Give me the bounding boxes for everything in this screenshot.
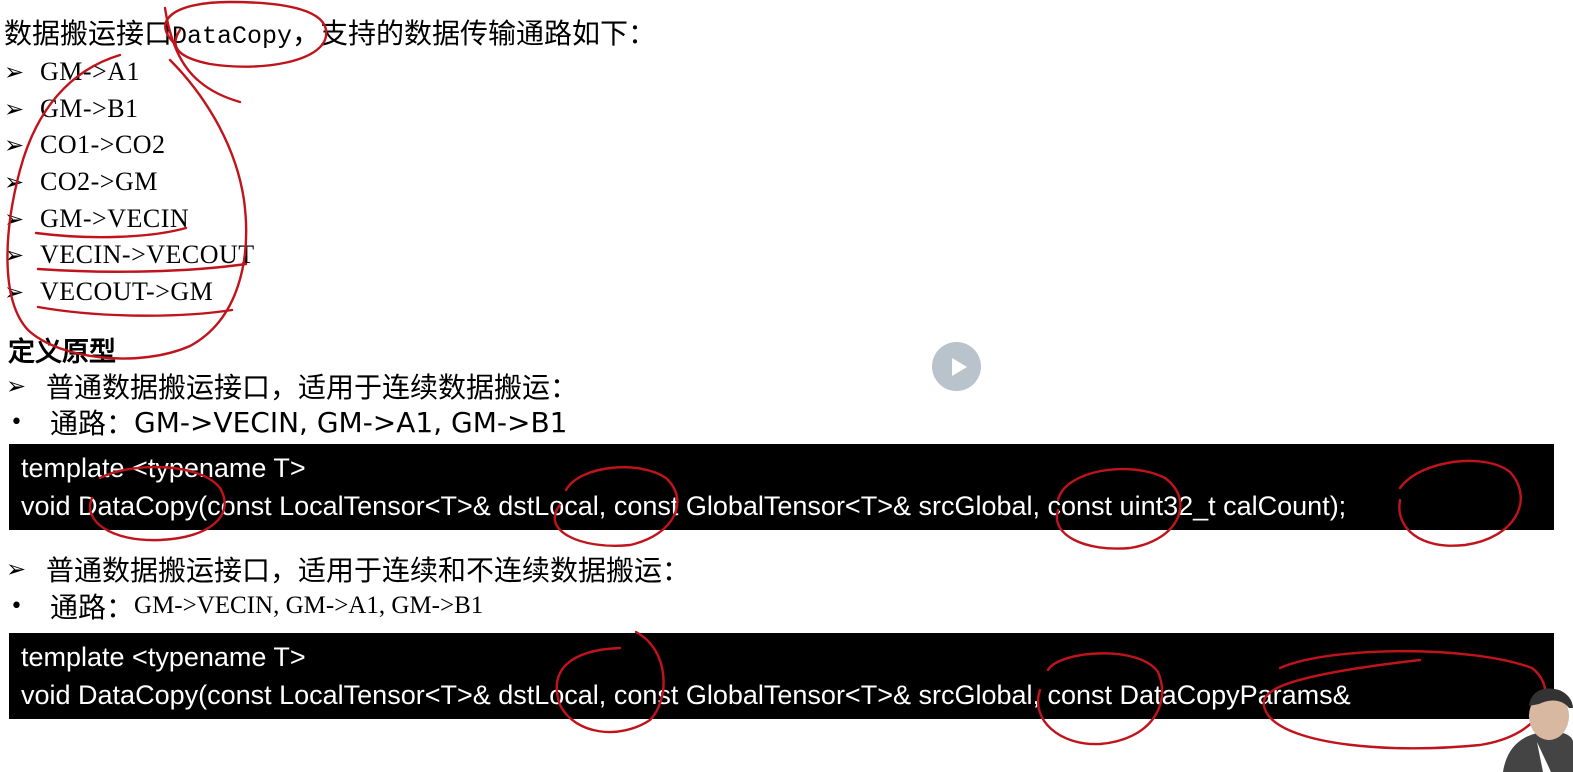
arrow-bullet-icon: ➢	[4, 58, 25, 87]
arrow-bullet-icon: ➢	[6, 372, 27, 400]
arrow-bullet-icon: ➢	[4, 131, 25, 160]
proto2-desc-text: 普通数据搬运接口，适用于连续和不连续数据搬运：	[46, 554, 691, 587]
arrow-bullet-icon: ➢	[4, 94, 25, 123]
path-label: GM->VECIN	[40, 203, 190, 233]
proto1-path-value: GM->VECIN, GM->A1, GM->B1	[134, 405, 568, 439]
list-item: ➢ CO1->CO2	[4, 127, 255, 164]
code-line: template <typename T>	[21, 642, 306, 672]
arrow-bullet-icon: ➢	[4, 241, 25, 270]
presenter-avatar	[1503, 688, 1573, 772]
api-name: DataCopy	[172, 22, 293, 51]
list-item: ➢ CO2->GM	[4, 164, 255, 201]
arrow-bullet-icon: ➢	[4, 277, 25, 306]
arrow-bullet-icon: ➢	[4, 168, 25, 197]
proto1-path-label: 通路：	[50, 407, 135, 440]
path-label: CO2->GM	[40, 167, 158, 197]
code-block-1: template <typename T> void DataCopy(cons…	[9, 444, 1554, 530]
code-block-2: template <typename T> void DataCopy(cons…	[9, 633, 1554, 719]
bullet-icon: •	[10, 409, 23, 435]
path-label: VECOUT->GM	[40, 276, 214, 306]
proto2-path-label: 通路：	[50, 591, 135, 624]
list-item: ➢ GM->A1	[4, 54, 255, 91]
path-label: GM->B1	[40, 93, 139, 123]
intro-line: 数据搬运接口DataCopy，支持的数据传输通路如下：	[4, 14, 656, 57]
list-item: ➢ VECOUT->GM	[4, 274, 255, 311]
list-item: ➢ VECIN->VECOUT	[4, 237, 255, 274]
proto2-path-value: GM->VECIN, GM->A1, GM->B1	[134, 592, 484, 619]
list-item: ➢ GM->VECIN	[4, 200, 255, 237]
proto2-path-line: • 通路： GM->VECIN, GM->A1, GM->B1	[6, 586, 483, 626]
proto1-path-line: • 通路： GM->VECIN, GM->A1, GM->B1	[6, 402, 567, 442]
proto1-desc-text: 普通数据搬运接口，适用于连续数据搬运：	[46, 371, 579, 404]
list-item: ➢ GM->B1	[4, 91, 255, 128]
path-label: CO1->CO2	[40, 130, 166, 160]
code-line: template <typename T>	[21, 453, 306, 483]
code-line: void DataCopy(const LocalTensor<T>& dstL…	[21, 680, 1351, 710]
play-button[interactable]	[932, 342, 981, 391]
code-line: void DataCopy(const LocalTensor<T>& dstL…	[21, 491, 1347, 521]
arrow-bullet-icon: ➢	[6, 555, 27, 583]
section-title: 定义原型	[8, 337, 116, 368]
bullet-icon: •	[10, 593, 23, 619]
path-label: VECIN->VECOUT	[40, 240, 255, 270]
proto1-description: ➢ 普通数据搬运接口，适用于连续数据搬运：	[6, 366, 578, 406]
path-label: GM->A1	[40, 57, 140, 87]
intro-prefix: 数据搬运接口	[4, 17, 173, 50]
proto2-description: ➢ 普通数据搬运接口，适用于连续和不连续数据搬运：	[6, 549, 690, 589]
data-path-list: ➢ GM->A1 ➢ GM->B1 ➢ CO1->CO2 ➢ CO2->GM ➢ GM->…	[4, 54, 255, 310]
intro-suffix: ，支持的数据传输通路如下：	[292, 17, 657, 50]
arrow-bullet-icon: ➢	[4, 204, 25, 233]
